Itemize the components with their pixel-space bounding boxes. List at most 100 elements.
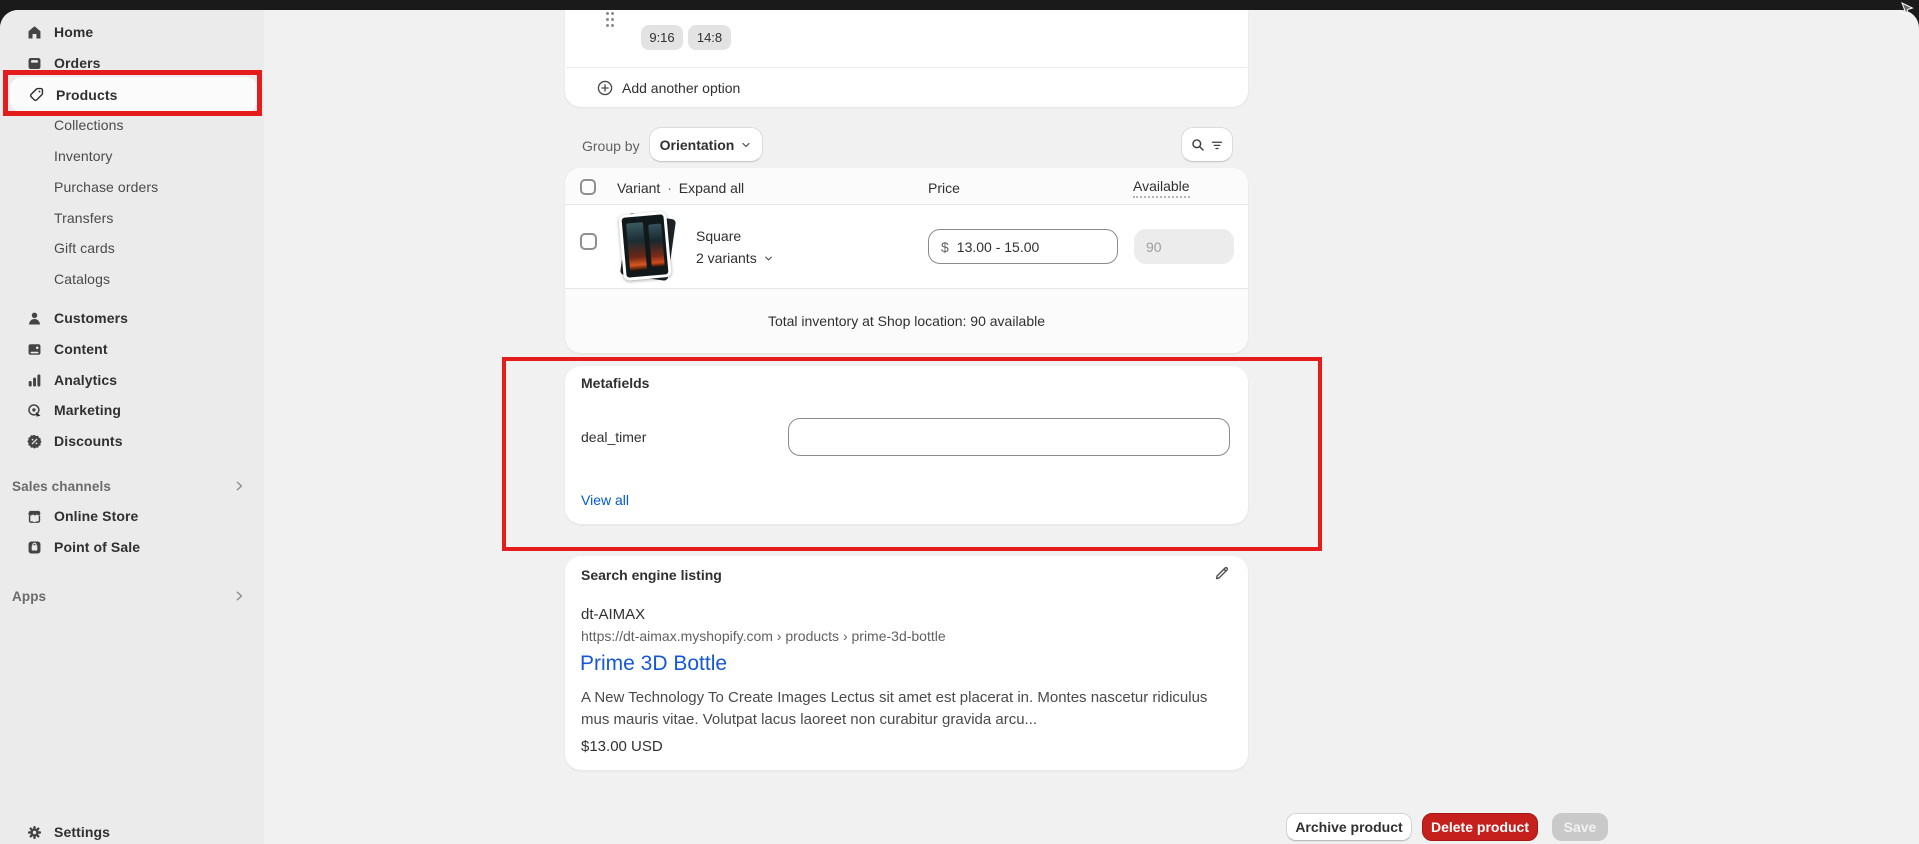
tag-icon <box>28 86 45 103</box>
metafield-key-label: deal_timer <box>581 429 646 445</box>
group-by-dropdown[interactable]: Orientation <box>649 127 763 162</box>
sidebar-item-analytics[interactable]: Analytics <box>0 365 264 395</box>
sidebar-item-label: Home <box>54 24 93 40</box>
variant-count-toggle[interactable]: 2 variants <box>696 250 774 266</box>
variant-row-checkbox[interactable] <box>580 233 597 250</box>
seo-description: A New Technology To Create Images Lectus… <box>581 687 1236 731</box>
sidebar-item-online-store[interactable]: Online Store <box>0 501 264 531</box>
sidebar-item-collections[interactable]: Collections <box>0 110 264 140</box>
delete-product-button[interactable]: Delete product <box>1422 813 1538 841</box>
group-by-value: Orientation <box>660 137 735 153</box>
sidebar-item-marketing[interactable]: Marketing <box>0 395 264 425</box>
header-separator: · <box>664 180 675 196</box>
available-quantity-value: 90 <box>1146 239 1162 255</box>
sidebar-item-label: Gift cards <box>54 240 115 256</box>
variant-name[interactable]: Square <box>696 228 741 244</box>
edit-seo-button[interactable] <box>1213 564 1231 582</box>
price-column-header: Price <box>928 180 960 196</box>
currency-symbol: $ <box>941 239 949 255</box>
sidebar-section-apps[interactable]: Apps <box>0 581 264 611</box>
analytics-icon <box>26 372 43 389</box>
bottle-photo <box>626 222 647 271</box>
plus-circle-icon <box>596 79 614 97</box>
search-icon <box>1190 137 1206 153</box>
shopify-admin-screen: Home Orders Products Collections Invento… <box>0 0 1919 844</box>
variant-count-label: 2 variants <box>696 250 757 266</box>
sidebar-item-label: Catalogs <box>54 271 110 287</box>
metafield-value-input[interactable] <box>788 418 1230 456</box>
sidebar-item-label: Orders <box>54 55 101 71</box>
seo-url: https://dt-aimax.myshopify.com › product… <box>581 628 946 644</box>
sidebar-item-label: Content <box>54 341 108 357</box>
sidebar-item-catalogs[interactable]: Catalogs <box>0 264 264 294</box>
point-of-sale-icon <box>26 539 43 556</box>
drag-handle-icon[interactable] <box>606 12 615 29</box>
sidebar-item-label: Collections <box>54 117 124 133</box>
chevron-right-icon <box>232 479 246 498</box>
home-icon <box>26 24 43 41</box>
sidebar-item-label: Inventory <box>54 148 113 164</box>
variant-thumbnail[interactable] <box>615 209 679 285</box>
online-store-icon <box>26 508 43 525</box>
sidebar-item-label: Online Store <box>54 508 138 524</box>
customers-icon <box>26 310 43 327</box>
select-all-checkbox[interactable] <box>580 179 596 195</box>
sidebar-item-gift-cards[interactable]: Gift cards <box>0 233 264 263</box>
metafields-title: Metafields <box>581 375 649 391</box>
sidebar-item-label: Point of Sale <box>54 539 140 555</box>
seo-site-name: dt-AIMAX <box>581 606 645 623</box>
seo-page-title-link[interactable]: Prime 3D Bottle <box>580 652 727 676</box>
sidebar-item-transfers[interactable]: Transfers <box>0 203 264 233</box>
gear-icon <box>26 824 43 841</box>
mouse-cursor <box>1900 2 1916 23</box>
sidebar-item-purchase-orders[interactable]: Purchase orders <box>0 172 264 202</box>
orders-icon <box>26 55 43 72</box>
sidebar-item-orders[interactable]: Orders <box>0 48 264 78</box>
sidebar-section-label: Apps <box>12 589 46 604</box>
sidebar-item-label: Purchase orders <box>54 179 158 195</box>
sidebar-section-label: Sales channels <box>12 479 111 494</box>
card-divider <box>566 67 1247 68</box>
add-another-option-label: Add another option <box>622 80 740 96</box>
sidebar-item-label: Marketing <box>54 402 121 418</box>
sidebar-item-label: Analytics <box>54 372 117 388</box>
sidebar-item-label: Customers <box>54 310 128 326</box>
sidebar-item-customers[interactable]: Customers <box>0 303 264 333</box>
total-inventory-footer: Total inventory at Shop location: 90 ava… <box>565 288 1248 353</box>
price-range-input[interactable]: $ 13.00 - 15.00 <box>928 229 1118 264</box>
sidebar-item-point-of-sale[interactable]: Point of Sale <box>0 532 264 562</box>
sidebar-item-label: Transfers <box>54 210 114 226</box>
sidebar-section-sales-channels[interactable]: Sales channels <box>0 471 264 501</box>
available-column-header: Available <box>1133 178 1190 198</box>
sidebar-item-inventory[interactable]: Inventory <box>0 141 264 171</box>
expand-all-link[interactable]: Expand all <box>679 180 744 196</box>
sidebar-item-products[interactable]: Products <box>10 77 258 112</box>
sidebar-item-home[interactable]: Home <box>0 17 264 47</box>
discounts-icon <box>26 433 43 450</box>
marketing-icon <box>26 402 43 419</box>
available-quantity-field[interactable]: 90 <box>1134 229 1234 264</box>
pencil-icon <box>1213 564 1231 582</box>
sidebar-item-discounts[interactable]: Discounts <box>0 426 264 456</box>
chevron-down-icon <box>763 253 774 264</box>
variant-header-label: Variant <box>617 180 660 196</box>
sidebar-item-settings[interactable]: Settings <box>0 817 264 844</box>
save-button[interactable]: Save <box>1552 813 1608 841</box>
option-value-chip[interactable]: 14:8 <box>688 25 731 50</box>
content-icon <box>26 341 43 358</box>
view-all-link[interactable]: View all <box>581 492 629 508</box>
chevron-right-icon <box>232 589 246 608</box>
seo-title: Search engine listing <box>581 567 722 583</box>
bottle-photo <box>648 224 665 268</box>
add-another-option-button[interactable]: Add another option <box>596 79 740 97</box>
sidebar-item-label: Discounts <box>54 433 123 449</box>
chevron-down-icon <box>740 139 752 151</box>
option-value-chip[interactable]: 9:16 <box>641 25 683 50</box>
sidebar-item-content[interactable]: Content <box>0 334 264 364</box>
seo-price: $13.00 USD <box>581 738 663 755</box>
archive-product-button[interactable]: Archive product <box>1286 813 1412 841</box>
filter-icon <box>1210 138 1224 152</box>
variant-column-header: Variant · Expand all <box>617 180 744 196</box>
price-range-value: 13.00 - 15.00 <box>957 239 1040 255</box>
search-filter-button[interactable] <box>1181 127 1233 162</box>
